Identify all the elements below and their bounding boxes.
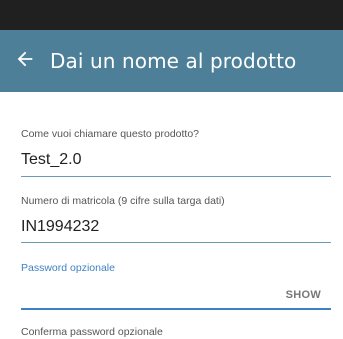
password-label: Password opzionale xyxy=(21,262,115,274)
serial-number-input[interactable]: IN1994232 xyxy=(21,217,99,237)
status-bar xyxy=(0,0,343,30)
password-input[interactable] xyxy=(21,285,261,303)
serial-number-label: Numero di matricola (9 cifre sulla targa… xyxy=(21,195,225,207)
serial-number-underline xyxy=(21,242,331,243)
product-name-input[interactable]: Test_2.0 xyxy=(21,150,81,170)
page-title: Dai un nome al prodotto xyxy=(50,49,297,73)
arrow-left-icon[interactable] xyxy=(14,48,36,70)
show-password-button[interactable]: SHOW xyxy=(286,288,321,302)
product-name-form: Come vuoi chiamare questo prodotto? Test… xyxy=(0,92,343,339)
product-name-label: Come vuoi chiamare questo prodotto? xyxy=(21,128,200,140)
confirm-password-label: Conferma password opzionale xyxy=(21,326,163,338)
password-underline xyxy=(21,308,331,310)
product-name-underline xyxy=(21,176,331,177)
app-bar: Dai un nome al prodotto xyxy=(0,30,343,92)
